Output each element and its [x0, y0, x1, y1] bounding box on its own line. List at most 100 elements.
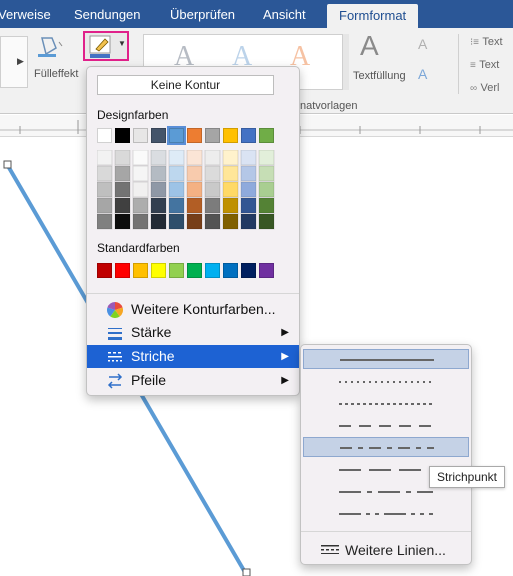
color-shade-swatch[interactable] [258, 150, 275, 166]
color-shade-swatch[interactable] [186, 197, 203, 214]
color-swatch[interactable] [205, 263, 220, 278]
more-lines-item[interactable]: Weitere Linien... [301, 539, 471, 561]
color-swatch[interactable] [151, 263, 166, 278]
tab-formformat[interactable]: Formformat [327, 4, 419, 28]
color-shade-swatch[interactable] [168, 213, 185, 230]
fill-effect-button[interactable] [36, 34, 70, 62]
color-shade-swatch[interactable] [97, 213, 113, 230]
color-shade-swatch[interactable] [150, 181, 167, 198]
color-shade-swatch[interactable] [186, 165, 203, 182]
tab-verweise[interactable]: Verweise [0, 0, 51, 28]
color-shade-swatch[interactable] [97, 165, 113, 182]
color-shade-swatch[interactable] [168, 165, 185, 182]
color-shade-swatch[interactable] [186, 181, 203, 198]
dash-style-dash[interactable] [303, 416, 469, 436]
color-shade-swatch[interactable] [222, 150, 239, 166]
color-shade-swatch[interactable] [114, 213, 131, 230]
weight-item[interactable]: Stärke ▶ [87, 321, 299, 344]
color-shade-swatch[interactable] [132, 197, 149, 214]
color-shade-swatch[interactable] [222, 181, 239, 198]
color-shade-swatch[interactable] [240, 165, 257, 182]
color-shade-swatch[interactable] [222, 197, 239, 214]
color-shade-swatch[interactable] [204, 150, 221, 166]
color-shade-swatch[interactable] [168, 197, 185, 214]
ribbon-scroll-left[interactable]: ▶ [0, 36, 28, 88]
color-shade-swatch[interactable] [204, 181, 221, 198]
color-shade-swatch[interactable] [150, 150, 167, 166]
color-swatch[interactable] [97, 128, 112, 143]
color-shade-swatch[interactable] [168, 150, 185, 166]
color-shade-swatch[interactable] [186, 213, 203, 230]
more-outline-colors-item[interactable]: Weitere Konturfarben... [87, 298, 299, 321]
color-swatch[interactable] [169, 263, 184, 278]
standard-colors-label: Standardfarben [97, 241, 180, 255]
no-outline-button[interactable]: Keine Kontur [97, 75, 274, 95]
color-swatch[interactable] [151, 128, 166, 143]
outline-color-button[interactable]: ▼ [83, 31, 129, 61]
tab-sendungen[interactable]: Sendungen [74, 0, 141, 28]
color-swatch[interactable] [97, 263, 112, 278]
color-swatch[interactable] [241, 263, 256, 278]
color-shade-swatch[interactable] [186, 150, 203, 166]
color-shade-swatch[interactable] [168, 181, 185, 198]
dashes-item[interactable]: Striche ▶ [87, 345, 299, 368]
color-shade-swatch[interactable] [114, 181, 131, 198]
color-shade-swatch[interactable] [258, 213, 275, 230]
color-swatch[interactable] [133, 263, 148, 278]
color-shade-swatch[interactable] [97, 197, 113, 214]
color-shade-swatch[interactable] [222, 165, 239, 182]
color-swatch[interactable] [187, 263, 202, 278]
color-swatch[interactable] [167, 126, 186, 145]
color-shade-swatch[interactable] [240, 150, 257, 166]
color-shade-swatch[interactable] [114, 150, 131, 166]
color-shade-swatch[interactable] [132, 181, 149, 198]
color-shade-swatch[interactable] [204, 165, 221, 182]
color-shade-swatch[interactable] [258, 197, 275, 214]
color-shade-swatch[interactable] [204, 197, 221, 214]
color-swatch[interactable] [223, 263, 238, 278]
color-shade-swatch[interactable] [258, 165, 275, 182]
color-shade-swatch[interactable] [240, 213, 257, 230]
color-shade-swatch[interactable] [150, 213, 167, 230]
color-shade-swatch[interactable] [204, 213, 221, 230]
align-text-button[interactable]: ≡ Text [470, 57, 499, 71]
dash-style-solid[interactable] [303, 349, 469, 369]
color-swatch[interactable] [115, 263, 130, 278]
color-shade-swatch[interactable] [240, 181, 257, 198]
color-shade-swatch[interactable] [132, 165, 149, 182]
tab-ansicht[interactable]: Ansicht [263, 0, 306, 28]
selection-handle[interactable] [3, 160, 12, 169]
color-swatch[interactable] [187, 128, 202, 143]
gallery-scroll[interactable] [343, 34, 349, 90]
color-shade-swatch[interactable] [132, 213, 149, 230]
color-swatch[interactable] [223, 128, 238, 143]
color-shade-swatch[interactable] [240, 197, 257, 214]
color-shade-swatch[interactable] [114, 165, 131, 182]
text-fill-icon[interactable]: A [360, 30, 379, 62]
color-shade-swatch[interactable] [222, 213, 239, 230]
color-shade-swatch[interactable] [97, 150, 113, 166]
color-shade-swatch[interactable] [258, 181, 275, 198]
dash-style-long-dash-dot-dot[interactable] [303, 504, 469, 524]
color-shade-swatch[interactable] [132, 150, 149, 166]
color-swatch[interactable] [115, 128, 130, 143]
text-outline-icon[interactable]: A [418, 36, 427, 52]
color-shade-swatch[interactable] [114, 197, 131, 214]
tab-ueberpruefen[interactable]: Überprüfen [170, 0, 235, 28]
color-swatch[interactable] [259, 263, 274, 278]
color-shade-swatch[interactable] [97, 181, 113, 198]
selection-handle[interactable] [242, 568, 251, 576]
color-shade-swatch[interactable] [150, 165, 167, 182]
color-shade-swatch[interactable] [150, 197, 167, 214]
dash-style-dash-dot[interactable] [303, 437, 469, 457]
text-direction-button[interactable]: ⁝≡ Text [470, 34, 503, 48]
dash-style-square-dot[interactable] [303, 394, 469, 414]
color-swatch[interactable] [133, 128, 148, 143]
arrows-item[interactable]: Pfeile ▶ [87, 369, 299, 392]
text-effects-icon[interactable]: A [418, 66, 427, 82]
color-swatch[interactable] [241, 128, 256, 143]
link-button[interactable]: ∞ Verl [470, 80, 499, 94]
color-swatch[interactable] [205, 128, 220, 143]
dash-style-round-dot[interactable] [303, 372, 469, 392]
color-swatch[interactable] [259, 128, 274, 143]
